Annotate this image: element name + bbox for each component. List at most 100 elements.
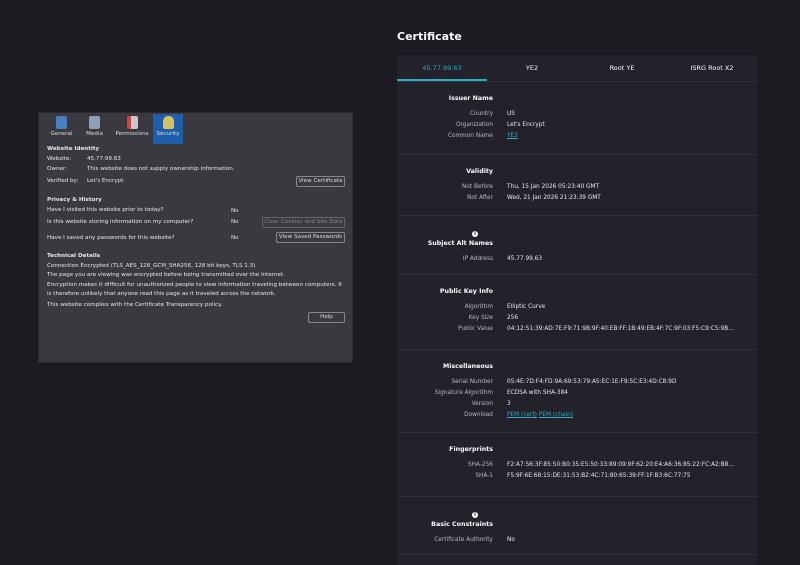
field-label: SHA-256 xyxy=(467,462,493,468)
field-row: Certificate Authority No xyxy=(397,535,757,546)
field-value: ECDSA with SHA-384 xyxy=(507,388,568,399)
field-label: Not After xyxy=(467,195,493,201)
value-text: 05:4E:7D:F4:FD:9A:69:53:79:A5:EC:1E:F9:5… xyxy=(507,379,677,385)
tab-cert-0[interactable]: 45.77.99.63 xyxy=(397,55,487,81)
field-row: SHA-1 F5:9F:6E:68:15:DE:31:53:B2:4C:71:80… xyxy=(397,471,757,482)
section-heading: Public Key Info xyxy=(439,288,493,295)
link[interactable]: PEM (chain) xyxy=(539,412,573,418)
verified-label: Verified by: xyxy=(47,178,79,184)
dialog-tabs: General Media Permissions Security xyxy=(45,114,183,144)
field-value: YE2 xyxy=(507,131,518,142)
passwords-answer: No xyxy=(231,235,239,241)
field-row: Signature Algorithm ECDSA with SHA-384 xyxy=(397,388,757,399)
media-icon xyxy=(89,116,100,129)
field-value: 05:4E:7D:F4:FD:9A:69:53:79:A5:EC:1E:F9:5… xyxy=(507,377,676,388)
privacy-heading: Privacy & History xyxy=(47,197,102,203)
field-row: Public Value 04:12:51:39:AD:7E:F9:71:9B:9… xyxy=(397,324,757,335)
field-label: IP Address xyxy=(462,256,493,262)
identity-heading: Website Identity xyxy=(47,146,100,152)
owner-label: Owner: xyxy=(47,166,68,172)
tab-cert-2[interactable]: Root YE xyxy=(577,55,667,81)
tab-security[interactable]: Security xyxy=(153,114,183,144)
value-text: Elliptic Curve xyxy=(507,304,546,310)
value-text: F5:9F:6E:68:15:DE:31:53:B2:4C:71:80:65:3… xyxy=(507,473,691,479)
field-label: Version xyxy=(471,401,493,407)
field-label: Download xyxy=(464,412,493,418)
field-row: Common Name YE2 xyxy=(397,131,757,142)
value-text: 04:12:51:39:AD:7E:F9:71:9B:9F:40:EB:FF:1… xyxy=(507,326,734,332)
info-icon[interactable]: i xyxy=(472,231,478,237)
field-value: PEM (cert) PEM (chain) xyxy=(507,410,573,421)
general-icon xyxy=(56,116,67,129)
value-text: 45.77.99.63 xyxy=(507,256,543,262)
value-text: ECDSA with SHA-384 xyxy=(507,390,568,396)
storing-answer: No xyxy=(231,219,239,225)
field-label: Organization xyxy=(455,122,493,128)
field-label: Algorithm xyxy=(464,304,493,310)
section-miscellaneous: Miscellaneous Serial Number 05:4E:7D:F4:FD… xyxy=(397,350,757,433)
section-heading: Issuer Name xyxy=(448,95,493,102)
field-row: IP Address 45.77.99.63 xyxy=(397,254,757,265)
website-value: 45.77.99.63 xyxy=(87,156,121,162)
lock-icon xyxy=(162,116,174,129)
help-button[interactable]: Help xyxy=(308,312,345,323)
field-label: Serial Number xyxy=(451,379,493,385)
link[interactable]: PEM (cert) xyxy=(507,412,537,418)
field-row: Not After Wed, 21 Jan 2026 21:23:39 GMT xyxy=(397,193,757,204)
section-basic-constraints: i Basic Constraints Certificate Authority N… xyxy=(397,497,757,555)
tab-general[interactable]: General xyxy=(45,114,78,144)
field-label: Signature Algorithm xyxy=(434,390,493,396)
field-label: Key Size xyxy=(468,315,493,321)
field-value: Thu, 15 Jan 2026 05:23:40 GMT xyxy=(507,182,599,193)
value-text: F2:A7:56:3F:85:50:B0:35:E5:50:33:89:09:9… xyxy=(507,462,734,468)
view-certificate-button[interactable]: View Certificate xyxy=(296,176,345,187)
section-validity: Validity Not Before Thu, 15 Jan 2026 05:23… xyxy=(397,155,757,216)
section-heading: Validity xyxy=(466,168,493,175)
tab-cert-1[interactable]: YE2 xyxy=(487,55,577,81)
section-issuer-name: Issuer Name Country US Organization Let's En… xyxy=(397,82,757,155)
field-value: US xyxy=(507,109,515,120)
section-fingerprints: Fingerprints SHA-256 F2:A7:56:3F:85:50:B0:… xyxy=(397,433,757,497)
info-icon[interactable]: i xyxy=(472,512,478,518)
link[interactable]: YE2 xyxy=(507,133,518,139)
field-row: Algorithm Elliptic Curve xyxy=(397,302,757,313)
certificate-tabs: 45.77.99.63 YE2 Root YE ISRG Root X2 xyxy=(397,55,757,82)
field-value: No xyxy=(507,535,515,546)
value-text: Thu, 15 Jan 2026 05:23:40 GMT xyxy=(507,184,600,190)
value-text: 256 xyxy=(507,315,519,321)
visited-answer: No xyxy=(231,208,239,214)
encryption-text-1: Encryption makes it difficult for unauth… xyxy=(47,282,343,288)
value-text: Wed, 21 Jan 2026 21:23:39 GMT xyxy=(507,195,601,201)
clear-cookies-button[interactable]: Clear Cookies and Site Data xyxy=(262,217,345,228)
field-value: Let's Encrypt xyxy=(507,120,545,131)
field-label: Common Name xyxy=(447,133,493,139)
view-saved-passwords-button[interactable]: View Saved Passwords xyxy=(276,232,345,243)
field-value: 3 xyxy=(507,399,511,410)
tab-media[interactable]: Media xyxy=(78,114,111,144)
section-heading: Fingerprints xyxy=(449,446,493,453)
page-info-dialog: General Media Permissions Security Websi… xyxy=(38,112,353,363)
field-value: F5:9F:6E:68:15:DE:31:53:B2:4C:71:80:65:3… xyxy=(507,471,691,482)
field-value: F2:A7:56:3F:85:50:B0:35:E5:50:33:89:09:9… xyxy=(507,460,734,471)
permissions-icon xyxy=(126,116,138,129)
tab-permissions[interactable]: Permissions xyxy=(111,114,153,144)
field-label: Country xyxy=(469,111,493,117)
field-value: 04:12:51:39:AD:7E:F9:71:9B:9F:40:EB:FF:1… xyxy=(507,324,734,335)
field-value: 256 xyxy=(507,313,518,324)
field-value: 45.77.99.63 xyxy=(507,254,542,265)
value-text: No xyxy=(507,537,515,543)
field-row: Download PEM (cert) PEM (chain) xyxy=(397,410,757,421)
passwords-question: Have I saved any passwords for this webs… xyxy=(47,235,175,241)
field-row: SHA-256 F2:A7:56:3F:85:50:B0:35:E5:50:33:… xyxy=(397,460,757,471)
technical-heading: Technical Details xyxy=(47,253,101,259)
section-heading: Basic Constraints xyxy=(431,521,493,528)
section-heading: Miscellaneous xyxy=(442,363,493,370)
tab-cert-3[interactable]: ISRG Root X2 xyxy=(667,55,757,81)
field-row: Version 3 xyxy=(397,399,757,410)
field-row: Serial Number 05:4E:7D:F4:FD:9A:69:53:79:… xyxy=(397,377,757,388)
field-label: Not Before xyxy=(462,184,493,190)
verified-value: Let's Encrypt xyxy=(87,178,124,184)
owner-value: This website does not supply ownership i… xyxy=(87,166,235,172)
value-text: US xyxy=(507,111,515,117)
encryption-text-2: is therefore unlikely that anyone read t… xyxy=(47,291,276,297)
